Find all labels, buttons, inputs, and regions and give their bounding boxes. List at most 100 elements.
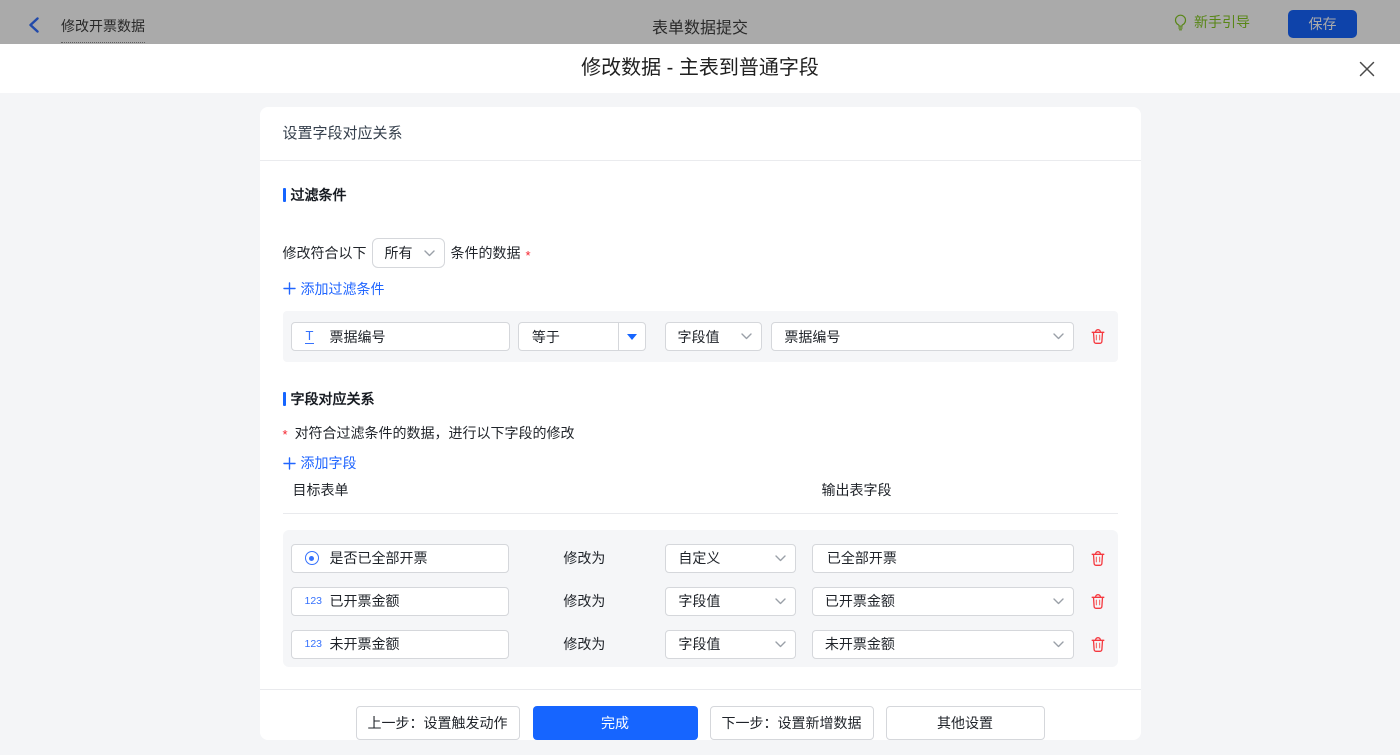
modal-title: 修改数据 - 主表到普通字段 [0, 44, 1400, 93]
delete-row-button[interactable] [1090, 593, 1107, 610]
filter-section-label: 过滤条件 [291, 185, 347, 205]
back-icon[interactable] [27, 17, 41, 33]
topbar-right: 新手引导 保存 [1173, 6, 1357, 38]
modify-type-value: 字段值 [678, 591, 774, 611]
number-field-icon: 123 [305, 638, 323, 650]
required-asterisk: * [526, 248, 531, 263]
edit-data-modal: 修改数据 - 主表到普通字段 设置字段对应关系 过滤条件 修改符合以下 [0, 44, 1400, 755]
modify-type-select[interactable]: 字段值 [665, 587, 795, 616]
condition-value: 票据编号 [784, 327, 1052, 347]
required-asterisk: * [283, 427, 288, 442]
card-header: 设置字段对应关系 [260, 107, 1141, 161]
mapping-row: 123 已开票金额 修改为 字段值 [283, 587, 1118, 616]
next-step-button[interactable]: 下一步：设置新增数据 [710, 706, 874, 740]
filter-section-title: 过滤条件 [283, 185, 1118, 205]
condition-value-type-select[interactable]: 字段值 [665, 322, 763, 351]
modify-type-value: 字段值 [678, 634, 774, 654]
chevron-down-icon [775, 641, 786, 648]
delete-row-button[interactable] [1090, 636, 1107, 653]
add-field-link[interactable]: 添加字段 [283, 453, 357, 473]
add-field-label: 添加字段 [301, 453, 357, 473]
prev-step-button[interactable]: 上一步：设置触发动作 [356, 706, 520, 740]
column-divider [283, 513, 1118, 514]
field-mapping-card: 设置字段对应关系 过滤条件 修改符合以下 所有 [260, 107, 1141, 740]
mapping-column-headers: 目标表单 输出表字段 [283, 481, 1118, 499]
card-content: 过滤条件 修改符合以下 所有 条件的数据 * [260, 185, 1141, 667]
condition-operator-select[interactable]: 等于 [518, 322, 646, 351]
text-field-icon: T [305, 329, 315, 344]
condition-value-select[interactable]: 票据编号 [771, 322, 1073, 351]
chevron-down-icon [775, 555, 786, 562]
output-field-select[interactable]: 已开票金额 [812, 587, 1074, 616]
output-value-input[interactable]: 已全部开票 [812, 544, 1074, 573]
beginner-guide-button[interactable]: 新手引导 [1173, 12, 1250, 32]
chevron-down-icon [1053, 641, 1064, 648]
trash-icon [1090, 636, 1106, 653]
chevron-down-icon [741, 333, 752, 340]
trash-icon [1090, 593, 1106, 610]
match-sentence-suffix: 条件的数据 [451, 243, 521, 263]
match-sentence-prefix: 修改符合以下 [283, 243, 367, 263]
field-icon-wrap: 123 [305, 595, 328, 607]
chevron-down-icon [1053, 598, 1064, 605]
mapping-row: 是否已全部开票 修改为 自定义 已全部开票 [283, 544, 1118, 573]
condition-field-value: 票据编号 [330, 327, 386, 347]
beginner-guide-label: 新手引导 [1194, 12, 1250, 32]
add-filter-condition-label: 添加过滤条件 [301, 279, 385, 299]
trash-icon [1090, 550, 1106, 567]
topbar-left: 修改开票数据 [27, 0, 145, 44]
match-mode-select[interactable]: 所有 [372, 238, 445, 268]
output-field-select[interactable]: 未开票金额 [812, 630, 1074, 659]
add-filter-condition-link[interactable]: 添加过滤条件 [283, 279, 385, 299]
target-field-input[interactable]: 是否已全部开票 [291, 544, 510, 573]
condition-value-type: 字段值 [678, 327, 742, 347]
trash-icon [1090, 328, 1106, 345]
condition-field-input[interactable]: T 票据编号 [291, 322, 510, 351]
delete-condition-button[interactable] [1090, 328, 1107, 345]
section-accent-bar [283, 392, 286, 406]
mapping-rows-box: 是否已全部开票 修改为 自定义 已全部开票 [283, 530, 1118, 667]
number-field-icon: 123 [305, 595, 323, 607]
condition-operator-value: 等于 [519, 327, 618, 347]
target-field-value: 是否已全部开票 [330, 548, 428, 568]
mapping-section-title: 字段对应关系 [283, 389, 1118, 409]
column-output-field: 输出表字段 [822, 481, 892, 499]
output-value: 未开票金额 [825, 634, 1053, 654]
filter-condition-row: T 票据编号 等于 字段值 [283, 311, 1118, 362]
output-value: 已开票金额 [825, 591, 1053, 611]
mapping-row: 123 未开票金额 修改为 字段值 [283, 630, 1118, 659]
modify-type-value: 自定义 [678, 548, 774, 568]
close-icon[interactable] [1359, 61, 1375, 77]
modify-to-label: 修改为 [563, 548, 606, 568]
field-icon-wrap: 123 [305, 638, 328, 650]
workflow-name[interactable]: 修改开票数据 [61, 16, 145, 43]
target-field-input[interactable]: 123 已开票金额 [291, 587, 510, 616]
field-icon-wrap: T [305, 329, 328, 344]
other-settings-button[interactable]: 其他设置 [886, 706, 1045, 740]
operator-dropdown-button[interactable] [618, 323, 645, 350]
target-field-input[interactable]: 123 未开票金额 [291, 630, 510, 659]
delete-row-button[interactable] [1090, 550, 1107, 567]
app-window: 修改开票数据 表单数据提交 新手引导 保存 修改数据 - 主表到普通字段 设置字 [0, 0, 1400, 755]
modal-header: 修改数据 - 主表到普通字段 [0, 44, 1400, 93]
topbar: 修改开票数据 表单数据提交 新手引导 保存 [0, 0, 1400, 44]
done-button[interactable]: 完成 [533, 706, 698, 740]
chevron-down-icon [775, 598, 786, 605]
triangle-down-icon [627, 334, 637, 340]
section-accent-bar [283, 188, 286, 202]
radio-field-icon [305, 551, 319, 565]
filter-match-row: 修改符合以下 所有 条件的数据 * [283, 238, 1118, 268]
target-field-value: 未开票金额 [330, 634, 400, 654]
chevron-down-icon [1053, 333, 1064, 340]
modify-type-select[interactable]: 字段值 [665, 630, 795, 659]
save-button[interactable]: 保存 [1288, 10, 1357, 38]
field-icon-wrap [305, 551, 328, 565]
match-mode-value: 所有 [385, 243, 424, 263]
modal-body: 设置字段对应关系 过滤条件 修改符合以下 所有 [0, 93, 1400, 755]
modify-to-label: 修改为 [563, 634, 606, 654]
mapping-description-text: 对符合过滤条件的数据，进行以下字段的修改 [295, 423, 575, 443]
modify-type-select[interactable]: 自定义 [665, 544, 795, 573]
column-target-form: 目标表单 [293, 481, 349, 499]
mapping-description: * 对符合过滤条件的数据，进行以下字段的修改 [283, 423, 1118, 443]
output-value: 已全部开票 [827, 548, 897, 568]
